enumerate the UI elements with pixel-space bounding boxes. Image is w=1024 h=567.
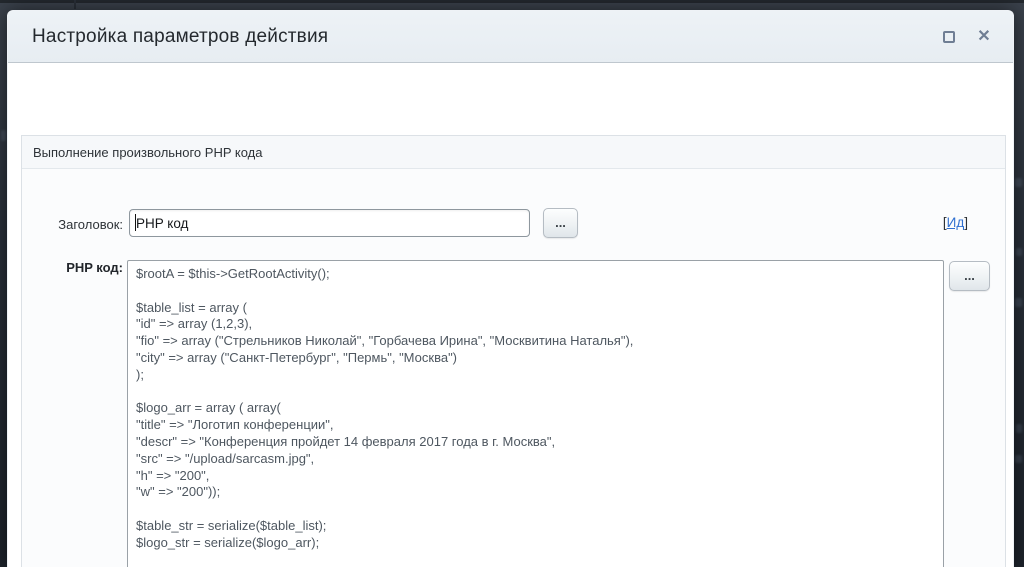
dialog-title: Настройка параметров действия bbox=[32, 26, 328, 48]
background-text-smudge bbox=[1015, 298, 1022, 307]
php-code-textarea[interactable]: $rootA = $this->GetRootActivity(); $tabl… bbox=[127, 260, 944, 567]
window-controls: ✕ bbox=[940, 11, 993, 63]
background-top-edge bbox=[0, 0, 1024, 3]
background-tab-divider bbox=[74, 0, 76, 9]
title-input[interactable] bbox=[129, 209, 530, 237]
action-parameters-dialog: Настройка параметров действия ✕ Выполнен… bbox=[7, 10, 1014, 567]
id-link-close-bracket: ] bbox=[964, 215, 968, 230]
close-button[interactable]: ✕ bbox=[975, 28, 993, 46]
background-text-smudge bbox=[1016, 248, 1022, 256]
section-title: Выполнение произвольного PHP кода bbox=[33, 145, 262, 160]
php-code-more-button[interactable]: ... bbox=[949, 261, 990, 291]
maximize-button[interactable] bbox=[940, 28, 958, 46]
background-text-smudge bbox=[1015, 455, 1022, 463]
php-code-label: PHP код: bbox=[32, 260, 123, 275]
dialog-body: Выполнение произвольного PHP кода Заголо… bbox=[8, 63, 1013, 567]
id-link-group: [Ид] bbox=[943, 215, 968, 230]
background-text-smudge bbox=[1016, 424, 1022, 433]
section-body: Заголовок: ... [Ид] PHP код: $rootA = $t… bbox=[22, 169, 1005, 567]
dialog-titlebar: Настройка параметров действия ✕ bbox=[8, 11, 1013, 63]
section-header: Выполнение произвольного PHP кода bbox=[22, 136, 1005, 169]
id-link[interactable]: Ид bbox=[947, 215, 965, 230]
php-action-panel: Выполнение произвольного PHP кода Заголо… bbox=[21, 135, 1006, 567]
maximize-icon bbox=[943, 31, 955, 43]
title-more-button[interactable]: ... bbox=[543, 208, 578, 238]
title-label: Заголовок: bbox=[32, 217, 123, 232]
background-text-smudge bbox=[1015, 178, 1022, 187]
close-icon: ✕ bbox=[977, 29, 990, 45]
background-text-smudge bbox=[1, 130, 6, 141]
